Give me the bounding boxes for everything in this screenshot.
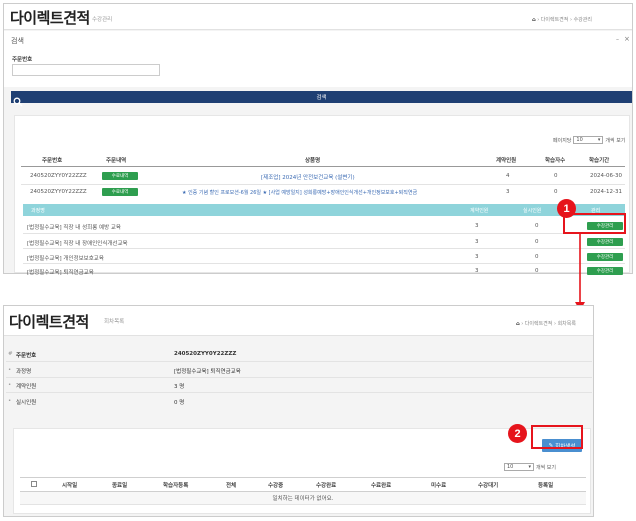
search-icon [13, 92, 23, 107]
info-value: 240520ZYY0Y22ZZZ [174, 351, 237, 357]
col-learners: 학습자수 [545, 158, 566, 164]
top-breadcrumb: ⌂ › 다이렉트견적 › 수강관리 [532, 17, 592, 23]
order-no-cell: 240520ZYY0Y22ZZZ [30, 189, 87, 195]
top-page-subtitle: 수강관리 [92, 17, 113, 23]
info-value: [법정필수교육] 퇴직연금교육 [174, 369, 241, 375]
top-page-title: 다이렉트견적 [10, 9, 90, 27]
col-contract: 계약인원 [496, 158, 517, 164]
search-bar-label: 검색 [316, 95, 327, 101]
col-product: 상품명 [305, 158, 321, 164]
minimize-icon[interactable]: – [616, 36, 619, 43]
chevron-down-icon: ▾ [528, 464, 531, 470]
product-link[interactable]: ★ 인증 기념 할인 프로모션-6월 26일 ★ [사업 예방일지] 성희롱예방… [182, 189, 417, 196]
home-icon[interactable]: ⌂ [516, 321, 520, 327]
select-all-checkbox[interactable] [31, 481, 37, 487]
info-value: 3 명 [174, 384, 185, 390]
search-section-label: 검색 [11, 37, 24, 45]
course-subtable-header: 과정명 계약인원 실시인원 관리 [23, 204, 625, 216]
chevron-down-icon: ▾ [597, 137, 601, 143]
search-area: 검색 – × 주문번호 [4, 31, 632, 87]
info-section: # 주문번호 240520ZYY0Y22ZZZ • 과정명 [법정필수교육] 퇴… [4, 344, 593, 416]
highlight-box-1 [563, 213, 626, 234]
top-panel: 다이렉트견적 수강관리 ⌂ › 다이렉트견적 › 수강관리 검색 – × 주문번… [3, 3, 633, 276]
course-name: [법정필수교육] 직장 내 성희롱 예방 교육 [27, 225, 121, 231]
per-page-control: 페이지당 10 ▾ 개씩 보기 [553, 136, 626, 144]
results-area: 페이지당 10 ▾ 개씩 보기 주문번호 주문내역 상품명 계약인원 학습자수 학… [14, 115, 630, 276]
course-name: [법정필수교육] 직장 내 장애인인식개선교육 [27, 241, 128, 247]
bottom-page-subtitle: 회차목록 [104, 319, 125, 325]
course-name: [법정필수교육] 퇴직연금교육 [27, 270, 94, 276]
info-label: 실시인원 [16, 400, 37, 406]
bottom-page-title: 다이렉트견적 [9, 313, 89, 331]
bottom-breadcrumb: ⌂ › 다이렉트견적 › 회차목록 [516, 321, 576, 327]
bottom-panel: 다이렉트견적 회차목록 ⌂ › 다이렉트견적 › 회차목록 # 주문번호 240… [3, 305, 594, 517]
highlight-box-2 [531, 425, 583, 449]
product-link[interactable]: [제조업] 2024년 안전보건교육 (설변기) [261, 173, 355, 181]
step-badge-1: 1 [557, 199, 576, 218]
session-list-area: ✎ 회차생성 10 ▾ 개씩 보기 시작일 종료일 학습자등록 전체 수강중 수강… [13, 428, 591, 514]
period-cell: 2024-12-31 [590, 189, 622, 195]
col-order-no: 주문번호 [42, 158, 63, 164]
course-manage-button[interactable]: 수강관리 [587, 253, 623, 261]
course-manage-button[interactable]: 수강관리 [587, 267, 623, 275]
col-period: 학습기간 [589, 158, 610, 164]
learners-cell: 0 [554, 173, 558, 179]
bottom-header: 다이렉트견적 회차목록 ⌂ › 다이렉트견적 › 회차목록 [4, 306, 593, 336]
order-no-input[interactable] [12, 64, 160, 76]
info-label: 계약인원 [16, 384, 37, 390]
top-header: 다이렉트견적 수강관리 ⌂ › 다이렉트견적 › 수강관리 [4, 4, 632, 30]
step-badge-2: 2 [508, 424, 527, 443]
info-label: 주문번호 [16, 353, 37, 359]
order-no-label: 주문번호 [12, 57, 33, 63]
order-detail-button[interactable]: 수료내역 [102, 172, 138, 180]
home-icon[interactable]: ⌂ [532, 17, 536, 23]
course-manage-button[interactable]: 수강관리 [587, 238, 623, 246]
col-order-detail: 주문내역 [106, 158, 127, 164]
search-bar[interactable]: 검색 [11, 91, 632, 107]
course-name: [법정필수교육] 개인정보보호교육 [27, 256, 104, 262]
close-icon[interactable]: × [624, 35, 630, 43]
empty-row: 일치하는 데이터가 없어요. [20, 492, 586, 504]
empty-message: 일치하는 데이터가 없어요. [272, 496, 334, 502]
per-page-control: 10 ▾ 개씩 보기 [504, 463, 556, 471]
contract-cell: 4 [506, 173, 510, 179]
connector-arrow [575, 232, 585, 311]
info-value: 0 명 [174, 400, 185, 406]
period-cell: 2024-06-30 [590, 173, 622, 179]
order-no-cell: 240520ZYY0Y22ZZZ [30, 173, 87, 179]
order-detail-button[interactable]: 수료내역 [102, 188, 138, 196]
contract-cell: 3 [506, 189, 510, 195]
learners-cell: 0 [554, 189, 558, 195]
per-page-select[interactable]: 10 ▾ [504, 463, 534, 471]
per-page-select[interactable]: 10 ▾ [573, 136, 604, 144]
info-label: 과정명 [16, 369, 32, 375]
